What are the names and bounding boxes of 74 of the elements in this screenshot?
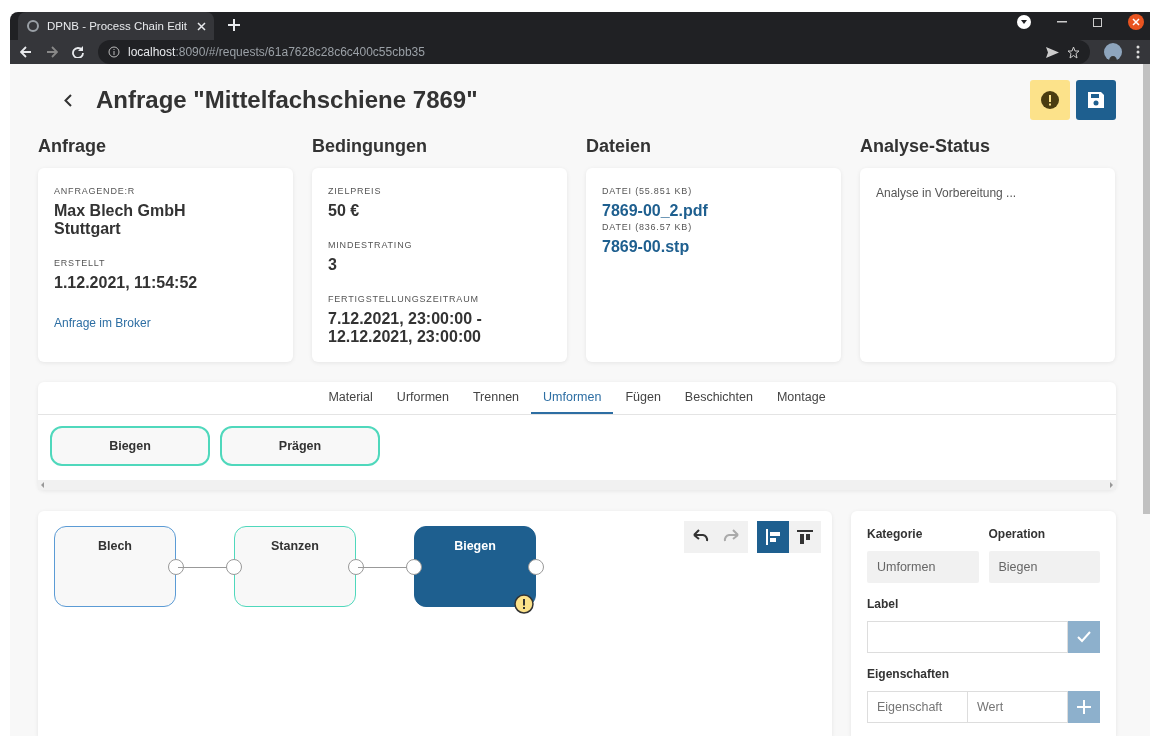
minimize-icon[interactable] xyxy=(1057,21,1067,23)
category-tab[interactable]: Beschichten xyxy=(672,382,765,414)
save-button[interactable] xyxy=(1076,80,1116,120)
warning-button[interactable] xyxy=(1030,80,1070,120)
star-icon[interactable] xyxy=(1067,45,1080,59)
align-left-button[interactable] xyxy=(757,521,789,553)
info-icon[interactable] xyxy=(108,46,120,58)
field-label: ZIELPREIS xyxy=(328,186,383,196)
field-label: MINDESTRATING xyxy=(328,240,414,250)
dropdown-icon[interactable] xyxy=(1017,15,1031,29)
field-value: 7.12.2021, 23:00:00 - 12.12.2021, 23:00:00 xyxy=(328,310,483,346)
send-icon[interactable] xyxy=(1046,46,1059,58)
property-field[interactable]: Eigenschaft xyxy=(867,691,968,723)
align-left-icon xyxy=(763,527,783,547)
operation-field: Biegen xyxy=(988,551,1100,583)
reload-icon[interactable] xyxy=(72,46,84,58)
plus-icon xyxy=(1077,700,1091,714)
field-label: Label xyxy=(867,597,900,611)
operation-chip[interactable]: Biegen xyxy=(50,426,210,466)
undo-button[interactable] xyxy=(684,521,716,553)
section-title: Dateien xyxy=(586,136,653,158)
field-label: FERTIGSTELLUNGSZEITRAUM xyxy=(328,294,480,304)
category-field: Umformen xyxy=(867,551,979,583)
field-value: 1.12.2021, 11:54:52 xyxy=(54,274,199,292)
back-icon[interactable] xyxy=(20,46,32,58)
close-icon[interactable] xyxy=(197,21,206,31)
status-text: Analyse in Vorbereitung ... xyxy=(876,186,1018,200)
field-value: 50 € xyxy=(328,202,361,220)
value-field[interactable]: Wert xyxy=(968,691,1068,723)
broker-link[interactable]: Anfrage im Broker xyxy=(54,316,277,330)
section-title: Bedingungen xyxy=(312,136,428,158)
category-tab[interactable]: Trennen xyxy=(460,382,532,414)
app-icon xyxy=(26,19,40,33)
process-node[interactable]: Stanzen xyxy=(234,526,356,607)
save-icon xyxy=(1087,91,1105,109)
category-tab[interactable]: Material xyxy=(316,382,385,414)
field-value: Max Blech GmbH Stuttgart xyxy=(54,202,187,238)
forward-icon[interactable] xyxy=(46,46,58,58)
category-tab[interactable]: Urformen xyxy=(384,382,461,414)
label-field[interactable] xyxy=(867,621,1068,653)
field-label: Operation xyxy=(988,527,1047,541)
browser-tab[interactable]: DPNB - Process Chain Edit xyxy=(18,12,214,40)
section-title: Anfrage xyxy=(38,136,107,158)
align-top-button[interactable] xyxy=(789,521,821,553)
field-label: Kategorie xyxy=(867,527,924,541)
maximize-icon[interactable] xyxy=(1093,17,1102,27)
page-title: Anfrage "Mittelfachschiene 7869" xyxy=(96,86,479,114)
field-label: ANFRAGENDE:R xyxy=(54,186,137,196)
menu-icon[interactable] xyxy=(1136,45,1140,59)
section-title: Analyse-Status xyxy=(860,136,992,158)
field-label: ERSTELLT xyxy=(54,258,107,268)
file-label: DATEI (836.57 KB) xyxy=(602,222,693,232)
file-link[interactable]: 7869-00_2.pdf xyxy=(602,202,825,220)
address-bar[interactable]: localhost:8090/#/requests/61a7628c28c6c400c55cbb35 xyxy=(98,40,1090,64)
align-top-icon xyxy=(795,527,815,547)
category-tab[interactable]: Montage xyxy=(764,382,838,414)
category-tab[interactable]: Fügen xyxy=(613,382,673,414)
new-tab-icon[interactable] xyxy=(228,19,240,31)
process-node[interactable]: Biegen xyxy=(414,526,536,607)
check-icon xyxy=(1077,631,1091,643)
close-icon[interactable] xyxy=(1128,14,1144,30)
chevron-left-icon xyxy=(64,93,72,107)
field-label: Eigenschaften xyxy=(867,667,951,681)
scrollbar[interactable] xyxy=(1143,64,1150,514)
port[interactable] xyxy=(528,559,544,575)
port[interactable] xyxy=(406,559,422,575)
file-label: DATEI (55.851 KB) xyxy=(602,186,693,196)
operation-chip[interactable]: Prägen xyxy=(220,426,380,466)
avatar[interactable] xyxy=(1104,43,1122,61)
file-link[interactable]: 7869-00.stp xyxy=(602,238,825,256)
warning-icon xyxy=(1040,90,1060,110)
field-value: 3 xyxy=(328,256,338,274)
process-node[interactable]: Blech xyxy=(54,526,176,607)
category-tab[interactable]: Umformen xyxy=(531,382,614,414)
